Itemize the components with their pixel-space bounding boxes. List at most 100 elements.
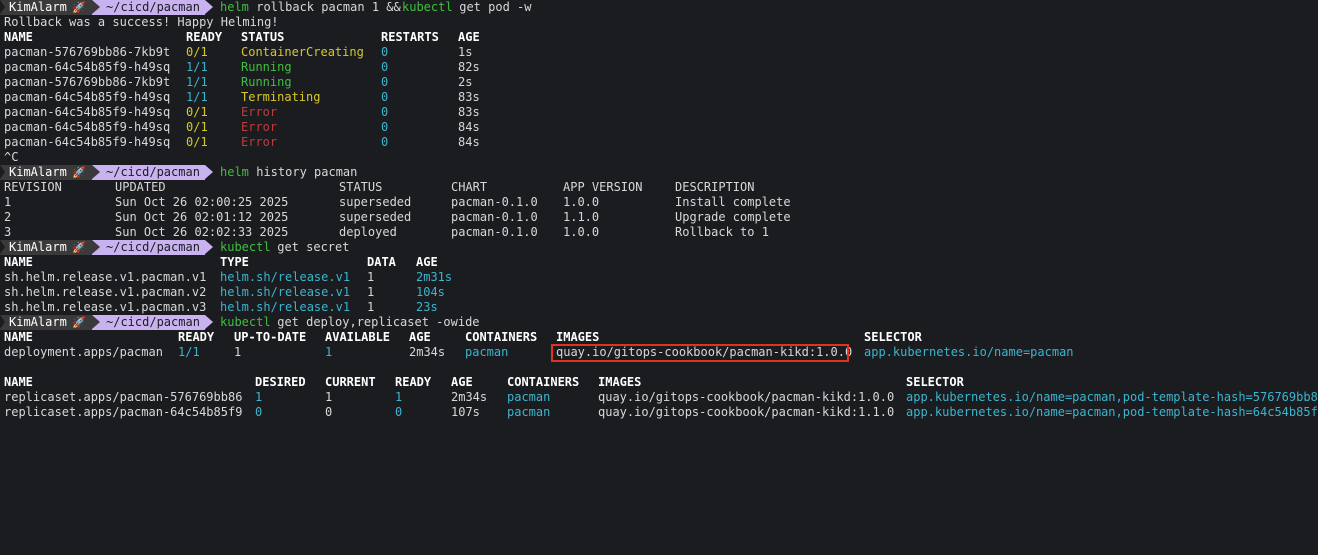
secret-age: 2m31s [416, 270, 453, 284]
pod-name: pacman-64c54b85f9-h49sq [4, 105, 171, 119]
col-header: TYPE [220, 255, 249, 269]
shell-prompt: KimAlarm 🚀 ~/cicd/pacman helm rollback p… [0, 0, 531, 15]
pod-row: pacman-64c54b85f9-h49sq 0/1 Error 0 84s [4, 120, 480, 135]
col-header: CHART [451, 180, 488, 194]
col-header: NAME [4, 30, 33, 44]
rs-selector: app.kubernetes.io/name=pacman,pod-templa… [906, 405, 1318, 419]
rs-ready: 1 [395, 390, 403, 404]
secret-name: sh.helm.release.v1.pacman.v1 [4, 270, 207, 284]
pod-name: pacman-64c54b85f9-h49sq [4, 90, 171, 104]
secret-name: sh.helm.release.v1.pacman.v3 [4, 300, 207, 314]
prompt-user: KimAlarm [9, 240, 67, 254]
prompt-path: ~/cicd/pacman [106, 315, 200, 329]
history-revision: 2 [4, 210, 12, 224]
history-row: 2 Sun Oct 26 02:01:12 2025 superseded pa… [4, 210, 791, 225]
prompt-path-segment: ~/cicd/pacman [92, 315, 213, 330]
prompt-user-segment: KimAlarm 🚀 [0, 315, 100, 330]
rs-containers: pacman [507, 405, 551, 419]
pod-ready: 1/1 [186, 90, 208, 104]
history-revision: 3 [4, 225, 12, 239]
secret-row: sh.helm.release.v1.pacman.v2 helm.sh/rel… [4, 285, 445, 300]
pod-status: Error [241, 105, 278, 119]
history-revision: 1 [4, 195, 12, 209]
pod-row: pacman-576769bb86-7kb9t 1/1 Running 0 2s [4, 75, 472, 90]
deploy-selector: app.kubernetes.io/name=pacman [864, 345, 1074, 359]
col-header: DESIRED [255, 375, 306, 389]
pod-age: 84s [458, 120, 480, 134]
history-description: Install complete [675, 195, 791, 209]
rs-image: quay.io/gitops-cookbook/pacman-kikd:1.1.… [598, 405, 895, 419]
rs-age: 2m34s [451, 390, 488, 404]
pod-ready: 1/1 [186, 60, 208, 74]
rocket-icon: 🚀 [72, 1, 86, 14]
prompt-user: KimAlarm [9, 165, 67, 179]
col-header: CONTAINERS [507, 375, 580, 389]
command-args: get deploy,replicaset -owide [270, 315, 480, 329]
col-header: NAME [4, 375, 33, 389]
shell-prompt: KimAlarm 🚀 ~/cicd/pacman kubectl get sec… [0, 240, 349, 255]
pod-status: Error [241, 135, 278, 149]
secret-name: sh.helm.release.v1.pacman.v2 [4, 285, 207, 299]
terminal-window[interactable]: KimAlarm 🚀 ~/cicd/pacman helm rollback p… [0, 0, 1318, 422]
col-header: UP-TO-DATE [234, 330, 307, 344]
command-args: history pacman [249, 165, 358, 179]
pod-ready: 1/1 [186, 75, 208, 89]
pod-status: Error [241, 120, 278, 134]
pod-ready: 0/1 [186, 120, 208, 134]
command-kubectl: kubectl [220, 315, 271, 329]
secret-age: 104s [416, 285, 445, 299]
col-header: READY [178, 330, 215, 344]
pod-status: ContainerCreating [241, 45, 364, 59]
col-header: CONTAINERS [465, 330, 538, 344]
pod-name: pacman-64c54b85f9-h49sq [4, 135, 171, 149]
pod-row: pacman-64c54b85f9-h49sq 1/1 Running 0 82… [4, 60, 480, 75]
secret-type: helm.sh/release.v1 [220, 270, 351, 284]
pod-restarts: 0 [381, 60, 389, 74]
col-header: DESCRIPTION [675, 180, 755, 194]
secrets-header-row: NAME TYPE DATA AGE [4, 255, 438, 270]
secret-age: 23s [416, 300, 438, 314]
pod-restarts: 0 [381, 75, 389, 89]
deploy-containers: pacman [465, 345, 509, 359]
pod-restarts: 0 [381, 120, 389, 134]
deploy-age: 2m34s [409, 345, 446, 359]
rs-containers: pacman [507, 390, 551, 404]
prompt-path: ~/cicd/pacman [106, 0, 200, 14]
interrupt-line: ^C [4, 150, 19, 164]
history-app-version: 1.1.0 [563, 210, 600, 224]
history-app-version: 1.0.0 [563, 225, 600, 239]
history-updated: Sun Oct 26 02:00:25 2025 [115, 195, 289, 209]
prompt-path-segment: ~/cicd/pacman [92, 0, 213, 15]
secret-data: 1 [367, 270, 375, 284]
col-header: AGE [458, 30, 480, 44]
col-header: IMAGES [556, 330, 600, 344]
command-helm: helm [220, 165, 249, 179]
output-line: Rollback was a success! Happy Helming! [4, 15, 279, 29]
prompt-user-segment: KimAlarm 🚀 [0, 0, 100, 15]
history-row: 3 Sun Oct 26 02:02:33 2025 deployed pacm… [4, 225, 769, 240]
prompt-user: KimAlarm [9, 315, 67, 329]
rs-desired: 0 [255, 405, 263, 419]
command-args: get secret [270, 240, 350, 254]
col-header: IMAGES [598, 375, 642, 389]
pod-status: Running [241, 60, 292, 74]
pod-name: pacman-576769bb86-7kb9t [4, 45, 171, 59]
history-description: Rollback to 1 [675, 225, 769, 239]
command-kubectl: kubectl [402, 0, 453, 14]
col-header: CURRENT [325, 375, 376, 389]
rs-name: replicaset.apps/pacman-64c54b85f9 [4, 405, 243, 419]
secret-type: helm.sh/release.v1 [220, 285, 351, 299]
pod-restarts: 0 [381, 105, 389, 119]
pod-row: pacman-64c54b85f9-h49sq 0/1 Error 0 83s [4, 105, 480, 120]
secret-row: sh.helm.release.v1.pacman.v1 helm.sh/rel… [4, 270, 452, 285]
command-helm: helm [220, 0, 249, 14]
col-header: NAME [4, 255, 33, 269]
col-header: REVISION [4, 180, 62, 194]
pod-status: Terminating [241, 90, 321, 104]
rs-selector: app.kubernetes.io/name=pacman,pod-templa… [906, 390, 1318, 404]
rs-current: 0 [325, 405, 333, 419]
command-args: get pod -w [452, 0, 532, 14]
rocket-icon: 🚀 [72, 241, 86, 254]
pod-ready: 0/1 [186, 135, 208, 149]
deploy-ready: 1/1 [178, 345, 200, 359]
